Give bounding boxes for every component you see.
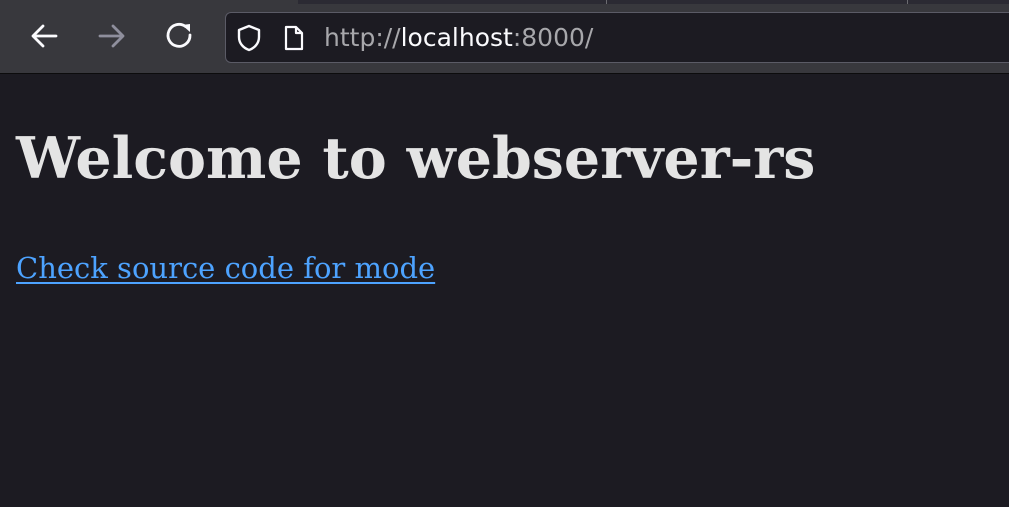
page-title: Welcome to webserver-rs [16, 125, 816, 192]
url-scheme: http:// [324, 23, 401, 52]
url-text[interactable]: http://localhost:8000/ [324, 24, 593, 52]
tab-strip [298, 0, 1009, 4]
back-button[interactable] [24, 18, 64, 58]
arrow-left-icon [27, 19, 61, 57]
tab-divider [606, 0, 607, 4]
forward-button[interactable] [92, 18, 132, 58]
tab-divider [907, 0, 908, 4]
reload-icon [163, 19, 197, 57]
url-port-path: :8000/ [512, 23, 594, 52]
page-icon[interactable] [281, 25, 307, 51]
url-host: localhost [400, 23, 513, 52]
address-bar[interactable]: http://localhost:8000/ [225, 12, 1009, 63]
shield-icon[interactable] [236, 24, 262, 52]
browser-toolbar: http://localhost:8000/ [0, 0, 1009, 74]
reload-button[interactable] [160, 18, 200, 58]
arrow-right-icon [95, 19, 129, 57]
page-content: Welcome to webserver-rs Check source cod… [0, 74, 1009, 507]
source-code-link[interactable]: Check source code for mode [16, 248, 435, 288]
